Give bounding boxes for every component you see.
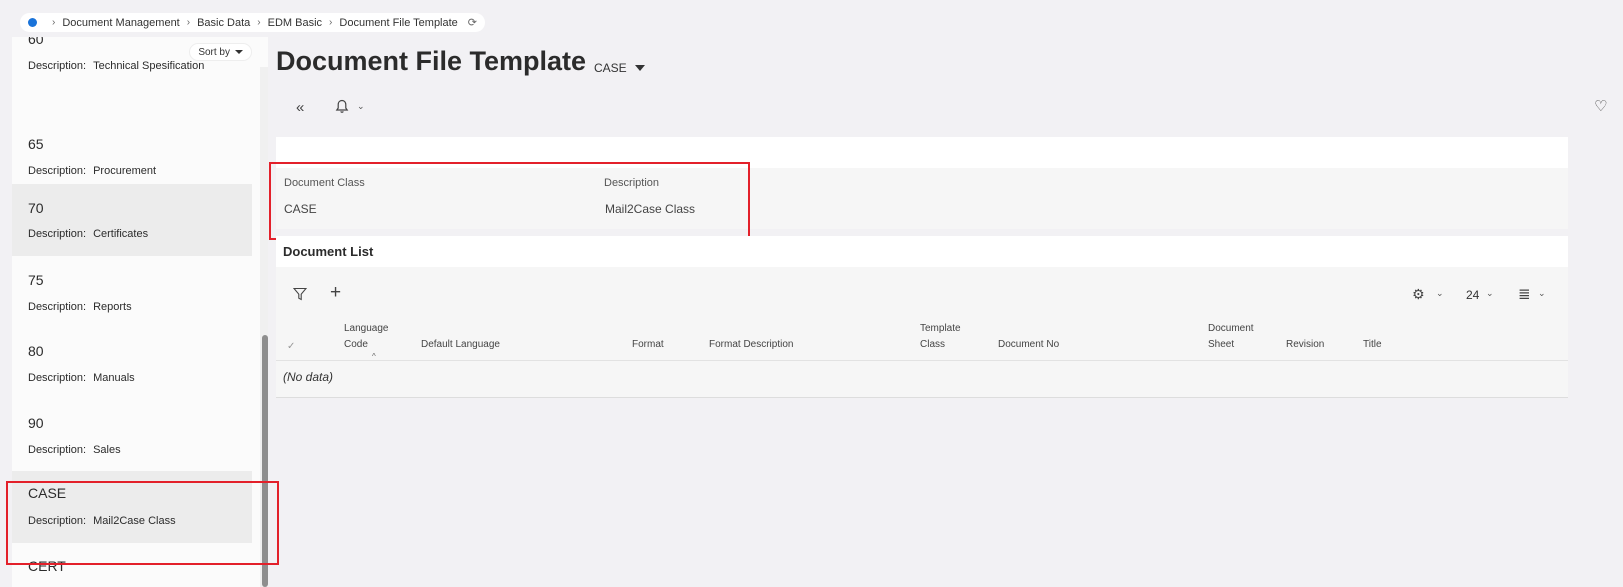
select-all-checkmark-icon[interactable]: ✓ (287, 339, 295, 355)
column-default-language[interactable]: Default Language (421, 337, 500, 353)
column-label-line2: Code (344, 339, 368, 350)
header-divider (276, 360, 1568, 361)
chevron-down-icon[interactable]: ⌄ (1436, 288, 1444, 299)
column-label-line1: Language (344, 323, 389, 334)
list-item-description: Description: Technical Spesification (28, 60, 204, 72)
chevron-down-icon[interactable]: ⌄ (1538, 288, 1546, 299)
settings-gear-icon[interactable]: ⚙ (1412, 286, 1425, 303)
breadcrumb-item-document-management[interactable]: Document Management (62, 17, 179, 29)
chevron-right-icon: › (186, 17, 191, 28)
list-item-description: Description: Manuals (28, 372, 135, 384)
list-item[interactable]: 80 Description: Manuals (12, 329, 252, 401)
list-item-description: Description: Sales (28, 444, 121, 456)
column-format[interactable]: Format (632, 337, 664, 353)
breadcrumb-item-basic-data[interactable]: Basic Data (197, 17, 250, 29)
filter-icon[interactable] (293, 287, 307, 301)
list-item[interactable]: 90 Description: Sales (12, 401, 252, 473)
list-item-code: 75 (28, 272, 44, 288)
refresh-icon[interactable]: ⟳ (468, 16, 477, 29)
list-view-icon[interactable]: ≣ (1518, 285, 1531, 303)
favorite-heart-icon[interactable]: ♡ (1594, 97, 1607, 115)
description-value: Manuals (93, 372, 135, 384)
column-format-description[interactable]: Format Description (709, 337, 793, 353)
chevron-down-icon: ⌄ (357, 101, 365, 111)
add-icon[interactable]: + (330, 282, 341, 304)
description-label: Description: (28, 372, 87, 384)
list-item-code: 90 (28, 415, 44, 431)
context-selector[interactable]: CASE (594, 61, 645, 75)
description-value: Certificates (93, 228, 149, 240)
column-language-code[interactable]: Language Code (344, 321, 389, 353)
home-icon[interactable] (28, 18, 37, 27)
breadcrumb-item-edm-basic[interactable]: EDM Basic (268, 17, 322, 29)
context-value: CASE (594, 61, 627, 75)
column-label-line2: Class (920, 339, 946, 350)
document-list-header: Document List (276, 236, 1568, 267)
column-revision[interactable]: Revision (1286, 337, 1324, 353)
empty-state-text: (No data) (283, 370, 334, 384)
sort-ascending-icon[interactable]: ^ (372, 349, 376, 365)
list-item-code: 60 (28, 37, 44, 47)
page-size-value[interactable]: 24 (1466, 288, 1479, 302)
breadcrumb-item-current: Document File Template (339, 16, 458, 29)
list-item-description: Description: Reports (28, 301, 132, 313)
description-label: Description: (28, 165, 87, 177)
list-item-description: Description: Procurement (28, 165, 156, 177)
column-title[interactable]: Title (1363, 337, 1382, 353)
list-item-code: 80 (28, 343, 44, 359)
description-label: Description: (28, 301, 87, 313)
column-label-line1: Template (920, 323, 961, 334)
bell-icon (335, 99, 349, 113)
column-label-line1: Document (1208, 323, 1254, 334)
chevron-right-icon: › (329, 17, 333, 28)
highlight-box-selected-item (6, 481, 279, 565)
list-item[interactable]: 60 Description: Technical Spesification (12, 37, 252, 89)
column-document-sheet[interactable]: Document Sheet (1208, 321, 1254, 353)
list-item[interactable]: 75 Description: Reports (12, 258, 252, 330)
description-value: Technical Spesification (93, 60, 205, 72)
column-template-class[interactable]: Template Class (920, 321, 961, 353)
list-item-code: 70 (28, 200, 44, 216)
description-value: Procurement (93, 165, 157, 177)
column-document-no[interactable]: Document No (998, 337, 1059, 353)
chevron-right-icon: › (257, 17, 261, 28)
list-item-code: 65 (28, 136, 44, 152)
description-label: Description: (28, 60, 87, 72)
highlight-box-detail (269, 162, 750, 240)
notification-button[interactable]: ⌄ (335, 99, 365, 114)
description-label: Description: (28, 444, 87, 456)
chevron-down-icon[interactable]: ⌄ (1486, 288, 1494, 299)
description-label: Description: (28, 228, 87, 240)
list-item-description: Description: Certificates (28, 228, 148, 240)
collapse-double-chevron-icon[interactable]: « (296, 99, 304, 116)
document-list-table: + ⚙ ⌄ 24 ⌄ ≣ ⌄ ✓ Language Code ^ Default… (276, 267, 1568, 398)
list-item[interactable]: 70 Description: Certificates (12, 184, 252, 256)
caret-down-icon (634, 65, 645, 71)
description-value: Reports (93, 301, 132, 313)
description-value: Sales (93, 444, 121, 456)
column-label-line2: Sheet (1208, 339, 1235, 350)
document-list-title: Document List (283, 244, 374, 259)
breadcrumb: › Document Management › Basic Data › EDM… (20, 13, 486, 32)
chevron-right-icon: › (52, 17, 56, 28)
page-title: Document File Template (276, 46, 587, 76)
